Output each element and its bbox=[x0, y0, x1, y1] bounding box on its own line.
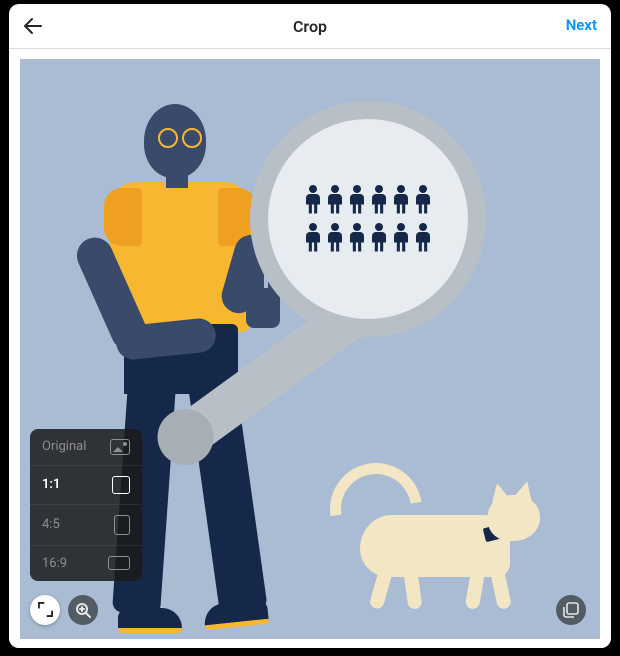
image-preview[interactable]: Original 1:1 4:5 16:9 bbox=[20, 59, 600, 639]
ratio-option-1-1[interactable]: 1:1 bbox=[30, 466, 142, 505]
next-button[interactable]: Next bbox=[566, 16, 597, 34]
ratio-option-16-9[interactable]: 16:9 bbox=[30, 546, 142, 581]
people-row-1 bbox=[305, 185, 431, 215]
crop-modal: Crop Next bbox=[9, 4, 611, 648]
select-multiple-button[interactable] bbox=[556, 595, 586, 625]
image-icon bbox=[110, 439, 130, 455]
layers-icon bbox=[563, 602, 579, 618]
modal-header: Crop Next bbox=[9, 4, 611, 49]
ratio-label: 16:9 bbox=[42, 556, 67, 571]
square-icon bbox=[112, 476, 130, 494]
ratio-label: 1:1 bbox=[42, 477, 60, 492]
expand-icon bbox=[38, 602, 53, 617]
modal-title: Crop bbox=[9, 17, 611, 36]
back-button[interactable] bbox=[21, 14, 45, 42]
ratio-label: Original bbox=[42, 439, 86, 454]
ratio-option-4-5[interactable]: 4:5 bbox=[30, 505, 142, 546]
crop-size-button[interactable] bbox=[30, 595, 60, 625]
zoom-button[interactable] bbox=[68, 595, 98, 625]
illustration-cat bbox=[330, 459, 550, 609]
magnify-icon bbox=[75, 602, 91, 618]
arrow-left-icon bbox=[21, 14, 45, 38]
ratio-label: 4:5 bbox=[42, 517, 60, 532]
crop-canvas[interactable]: Original 1:1 4:5 16:9 bbox=[9, 49, 611, 648]
portrait-rect-icon bbox=[114, 515, 130, 535]
people-row-2 bbox=[305, 223, 431, 253]
ratio-option-original[interactable]: Original bbox=[30, 429, 142, 466]
wide-rect-icon bbox=[108, 556, 130, 570]
illustration-magnifier bbox=[250, 101, 486, 337]
aspect-ratio-menu: Original 1:1 4:5 16:9 bbox=[30, 429, 142, 581]
